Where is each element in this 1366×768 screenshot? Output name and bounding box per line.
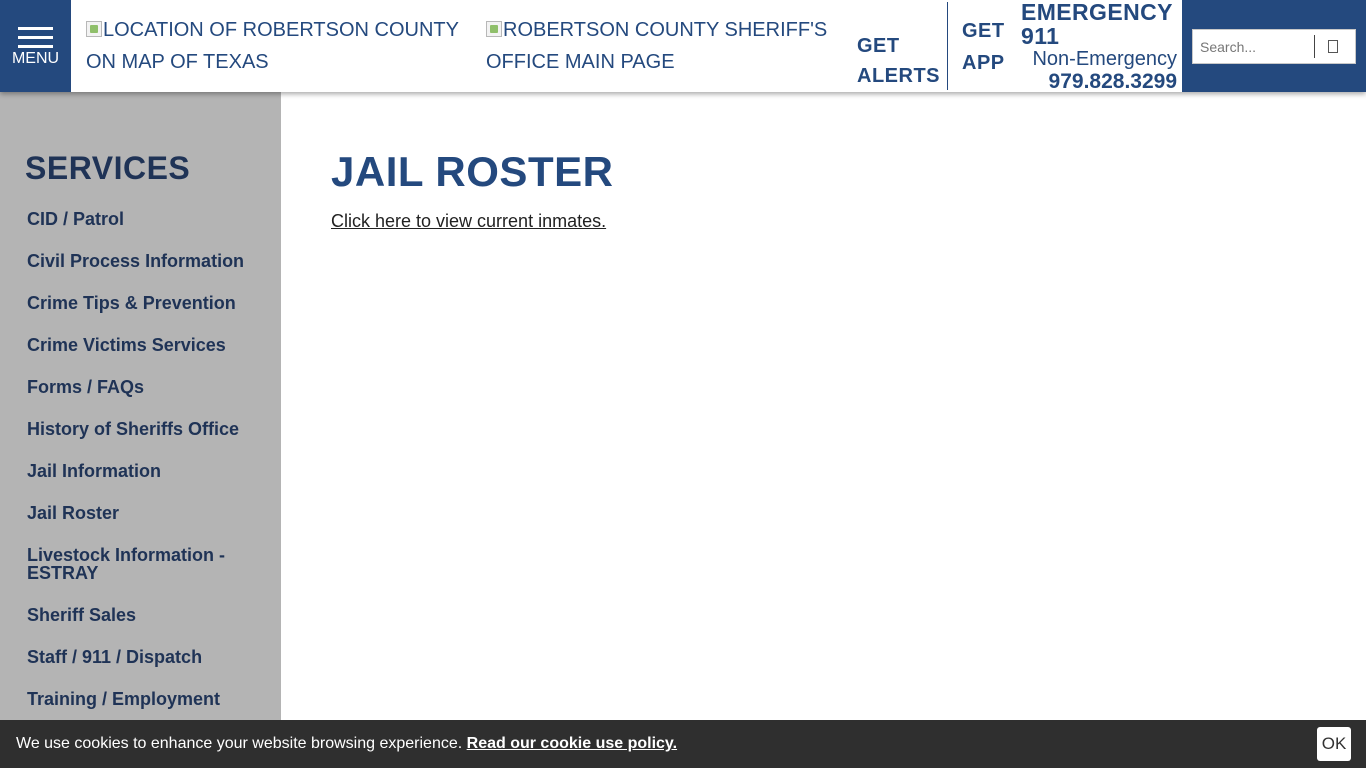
get-app-link[interactable]: GET APP <box>962 15 1005 79</box>
sidebar-item-livestock[interactable]: Livestock Information - ESTRAY <box>27 546 227 582</box>
non-emergency-label: Non-Emergency <box>1032 48 1177 70</box>
menu-button[interactable]: MENU <box>0 0 71 92</box>
cookie-policy-link[interactable]: Read our cookie use policy. <box>467 735 677 752</box>
search-separator <box>1314 35 1315 58</box>
get-app-line2: APP <box>962 52 1005 74</box>
sidebar-item-cid-patrol[interactable]: CID / Patrol <box>27 210 267 228</box>
sidebar-item-crime-victims[interactable]: Crime Victims Services <box>27 336 267 354</box>
view-inmates-link[interactable]: Click here to view current inmates. <box>331 211 606 232</box>
header-divider <box>947 2 948 90</box>
non-emergency-number[interactable]: 979.828.3299 <box>1021 70 1181 94</box>
sidebar-item-history[interactable]: History of Sheriffs Office <box>27 420 267 438</box>
services-sidebar: SERVICES CID / Patrol Civil Process Info… <box>0 92 281 768</box>
cookie-banner: We use cookies to enhance your website b… <box>0 720 1366 768</box>
get-alerts-line2: ALERTS <box>857 65 940 87</box>
cookie-ok-button[interactable]: OK <box>1317 727 1351 761</box>
sidebar-heading: SERVICES <box>25 150 191 186</box>
county-map-logo-alt: Location of Robertson County on map of T… <box>86 19 459 73</box>
menu-label: MENU <box>11 50 60 67</box>
sidebar-item-crime-tips[interactable]: Crime Tips & Prevention <box>27 294 267 312</box>
sheriff-office-logo-link[interactable]: Robertson County Sheriff's Office Main P… <box>486 14 841 78</box>
sheriff-office-logo-alt: Robertson County Sheriff's Office Main P… <box>486 19 828 73</box>
county-map-logo-link[interactable]: Location of Robertson County on map of T… <box>86 14 476 78</box>
get-app-line1: GET <box>962 20 1005 42</box>
page-title: JAIL ROSTER <box>331 148 614 195</box>
sidebar-item-jail-information[interactable]: Jail Information <box>27 462 267 480</box>
sidebar-item-training-employment[interactable]: Training / Employment <box>27 690 267 708</box>
cookie-message: We use cookies to enhance your website b… <box>16 735 463 752</box>
sidebar-item-civil-process[interactable]: Civil Process Information <box>27 252 267 270</box>
broken-image-icon <box>86 21 102 37</box>
get-alerts-link[interactable]: GET ALERTS <box>857 31 940 91</box>
search-box <box>1192 29 1356 64</box>
broken-image-icon <box>486 21 502 37</box>
search-input[interactable] <box>1193 30 1313 63</box>
sidebar-item-staff-dispatch[interactable]: Staff / 911 / Dispatch <box>27 648 267 666</box>
sidebar-item-forms-faqs[interactable]: Forms / FAQs <box>27 378 267 396</box>
get-alerts-line1: GET <box>857 35 900 57</box>
search-icon[interactable] <box>1328 40 1338 53</box>
emergency-contact: EMERGENCY 911 Non-Emergency 979.828.3299 <box>1021 0 1181 94</box>
cookie-message-wrap: We use cookies to enhance your website b… <box>16 735 677 753</box>
sidebar-item-jail-roster[interactable]: Jail Roster <box>27 504 267 522</box>
emergency-title: EMERGENCY 911 <box>1021 0 1173 49</box>
search-area <box>1182 0 1366 92</box>
sidebar-item-sheriff-sales[interactable]: Sheriff Sales <box>27 606 267 624</box>
site-header: MENU Location of Robertson County on map… <box>0 0 1366 94</box>
